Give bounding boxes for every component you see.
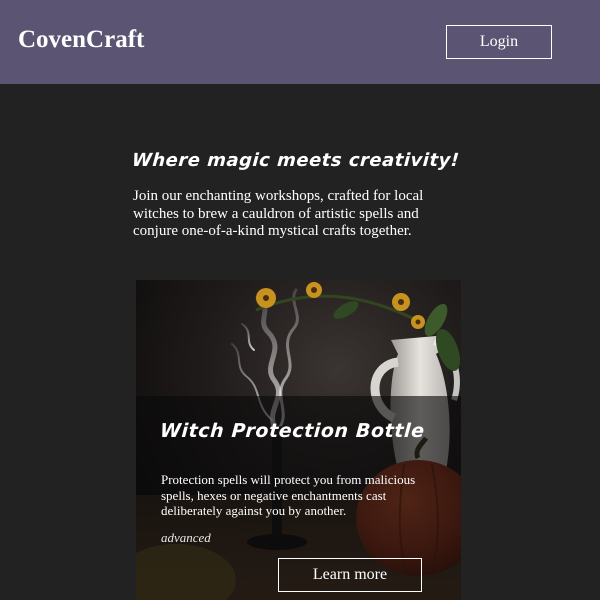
main-content: Where magic meets creativity! Join our e…	[0, 84, 600, 600]
hero-tagline: Where magic meets creativity!	[131, 150, 461, 171]
difficulty-level: advanced	[161, 530, 211, 545]
learn-more-button[interactable]: Learn more	[278, 558, 422, 592]
login-button[interactable]: Login	[446, 25, 552, 59]
hero-intro-text: Join our enchanting workshops, crafted f…	[133, 188, 424, 239]
workshop-card: Witch Protection Bottle Protection spell…	[136, 280, 461, 600]
workshop-title: Witch Protection Bottle	[159, 420, 426, 442]
brand-logo[interactable]: CovenCraft	[18, 24, 144, 56]
workshop-description: Protection spells will protect you from …	[161, 472, 416, 518]
top-nav-bar: CovenCraft Login	[0, 0, 600, 84]
